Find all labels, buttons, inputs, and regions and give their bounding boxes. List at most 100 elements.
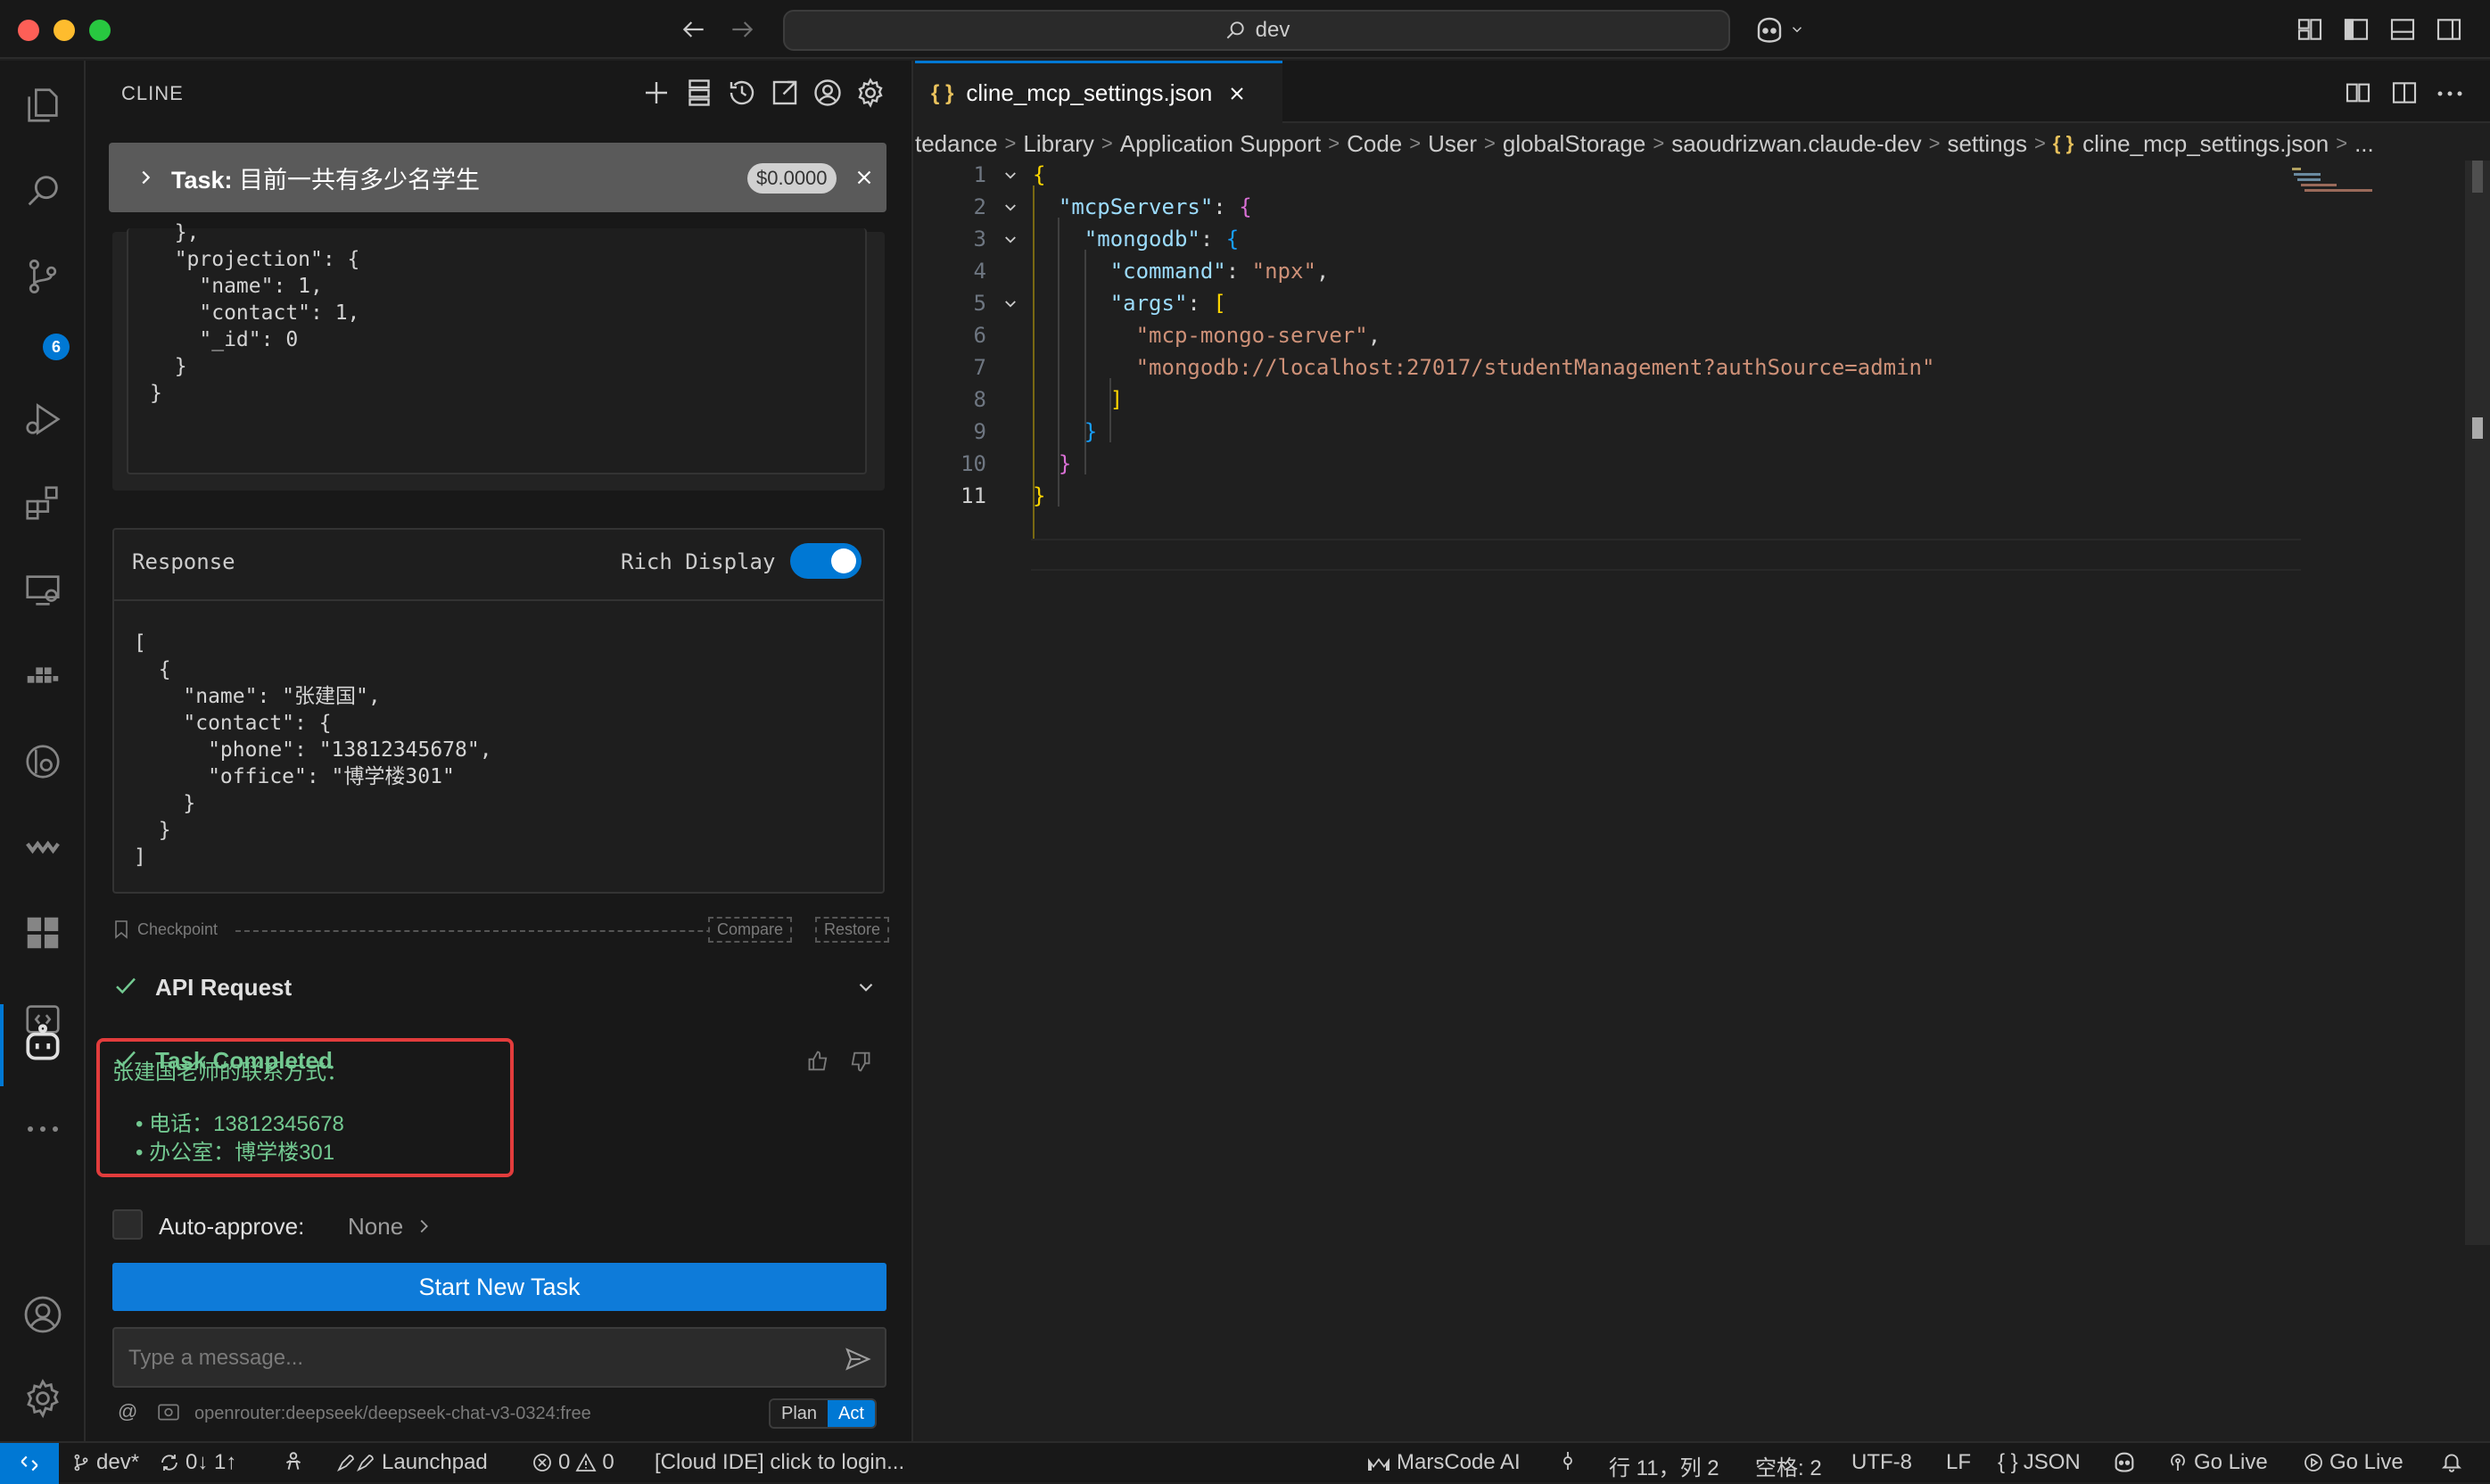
breadcrumb-item[interactable]: Code [1347,130,1402,158]
back-arrow-icon[interactable] [680,15,708,44]
mcp-servers-icon[interactable] [683,77,715,109]
thumbs-up-icon[interactable] [806,1049,831,1074]
end-of-line[interactable]: LF [1946,1450,1971,1475]
code-line: "mongodb": { [1084,227,1240,251]
code-line: "mcp-mongo-server", [1135,323,1381,348]
restore-button[interactable]: Restore [815,917,890,943]
tab-cline-mcp-settings[interactable]: { } cline_mcp_settings.json [915,61,1282,123]
cursor-position[interactable]: 行 11，列 2 [1609,1450,1719,1481]
scrollbar-thumb[interactable] [2472,161,2483,193]
go-live-button-2[interactable]: Go Live [2303,1450,2403,1475]
search-icon[interactable] [18,166,68,216]
dashboard-icon[interactable] [18,908,68,958]
source-control-icon[interactable] [18,251,68,301]
copilot-status-icon[interactable] [2112,1450,2137,1473]
commit-icon[interactable] [1557,1450,1579,1472]
popout-icon[interactable] [769,77,801,109]
account-icon[interactable] [812,77,844,109]
image-attach-icon[interactable] [157,1402,180,1422]
branch-indicator[interactable]: dev* [71,1450,139,1475]
code-line: "args": [ [1109,291,1226,316]
minimap[interactable] [2288,166,2378,246]
indentation[interactable]: 空格: 2 [1755,1450,1822,1481]
marscode-indicator[interactable]: MarsCode AI [1366,1450,1521,1475]
zoom-window-button[interactable] [89,20,111,41]
auto-approve-checkbox[interactable] [112,1209,143,1240]
plan-mode-button[interactable]: Plan [771,1400,829,1427]
toggle-primary-sidebar-icon[interactable] [2342,15,2370,44]
remote-indicator[interactable] [0,1443,59,1484]
close-task-icon[interactable] [853,166,876,189]
more-actions-icon[interactable] [2436,91,2463,96]
breadcrumb-item[interactable]: User [1428,130,1477,158]
breadcrumb-item[interactable]: globalStorage [1503,130,1645,158]
problems-indicator[interactable]: 0 0 [532,1450,614,1475]
compare-button[interactable]: Compare [708,917,793,943]
launchpad-indicator[interactable]: Launchpad [335,1450,488,1475]
copilot-menu[interactable] [1753,14,1805,45]
explorer-icon[interactable] [18,80,68,130]
plan-act-switch[interactable]: Plan Act [769,1398,877,1429]
minimize-window-button[interactable] [54,20,75,41]
settings-gear-icon[interactable] [854,77,886,109]
manage-gear-icon[interactable] [18,1373,68,1423]
auto-approve-row[interactable]: Auto-approve: None [112,1208,469,1243]
breadcrumb-item[interactable]: cline_mcp_settings.json [2082,130,2329,158]
more-views-icon[interactable] [18,1104,68,1154]
language-mode[interactable]: { } JSON [1998,1450,2081,1475]
auto-approve-value: None [348,1213,404,1240]
customize-layout-icon[interactable] [2296,15,2324,44]
mention-at-icon[interactable]: @ [118,1400,137,1423]
response-label: Response [132,549,235,574]
breadcrumb-item[interactable]: ... [2354,130,2374,158]
forward-arrow-icon[interactable] [728,15,756,44]
breadcrumb-item[interactable]: Application Support [1120,130,1321,158]
debug-person-icon[interactable] [282,1450,305,1473]
breadcrumb-item[interactable]: Library [1023,130,1093,158]
cloud-ide-login[interactable]: [Cloud IDE] click to login... [655,1450,904,1475]
split-editor-icon[interactable] [2390,78,2419,107]
branch-name: dev* [96,1450,140,1474]
act-mode-button[interactable]: Act [828,1400,875,1427]
plus-icon[interactable] [640,77,672,109]
encoding[interactable]: UTF-8 [1851,1450,1912,1475]
sync-indicator[interactable]: 0↓ 1↑ [159,1450,236,1475]
remote-explorer-icon[interactable] [18,565,68,615]
rich-display-toggle[interactable] [790,543,862,579]
send-icon[interactable] [844,1345,872,1373]
api-request-row[interactable]: API Request [112,969,886,1004]
toggle-secondary-sidebar-icon[interactable] [2435,15,2463,44]
fold-chevron-icon[interactable] [1001,296,1020,312]
breadcrumb-item[interactable]: tedance [915,130,998,158]
go-live-button[interactable]: Go Live [2167,1450,2268,1475]
start-new-task-button[interactable]: Start New Task [112,1263,886,1311]
message-box[interactable] [112,1327,886,1388]
accounts-icon[interactable] [18,1290,68,1340]
editor-scrollbar[interactable] [2465,161,2490,1245]
message-input[interactable] [128,1343,824,1373]
breadcrumb-item[interactable]: saoudrizwan.claude-dev [1671,130,1921,158]
history-icon[interactable] [726,77,758,109]
fold-chevron-icon[interactable] [1001,200,1020,216]
cline-robot-icon[interactable] [18,1018,68,1068]
model-selector[interactable]: openrouter:deepseek/deepseek-chat-v3-032… [194,1404,591,1424]
open-changes-icon[interactable] [2344,78,2372,107]
sync-icon [159,1452,180,1473]
task-header[interactable]: Task: 目前一共有多少名学生 $0.0000 [109,143,886,212]
breadcrumb-item[interactable]: settings [1947,130,2027,158]
chevron-down-icon[interactable] [854,976,878,999]
gitlens-icon[interactable] [18,737,68,787]
fold-chevron-icon[interactable] [1001,232,1020,248]
close-window-button[interactable] [18,20,39,41]
fold-chevron-icon[interactable] [1001,168,1020,184]
close-tab-icon[interactable] [1226,83,1248,104]
run-debug-icon[interactable] [18,394,68,444]
code-line: "mongodb://localhost:27017/studentManage… [1135,355,1935,380]
thumbs-down-icon[interactable] [847,1049,872,1074]
codeium-icon[interactable] [18,822,68,872]
command-center-search[interactable]: dev [783,10,1730,51]
docker-icon[interactable] [18,651,68,701]
extensions-icon[interactable] [18,478,68,528]
notifications-bell-icon[interactable] [2440,1450,2463,1473]
toggle-panel-icon[interactable] [2388,15,2417,44]
